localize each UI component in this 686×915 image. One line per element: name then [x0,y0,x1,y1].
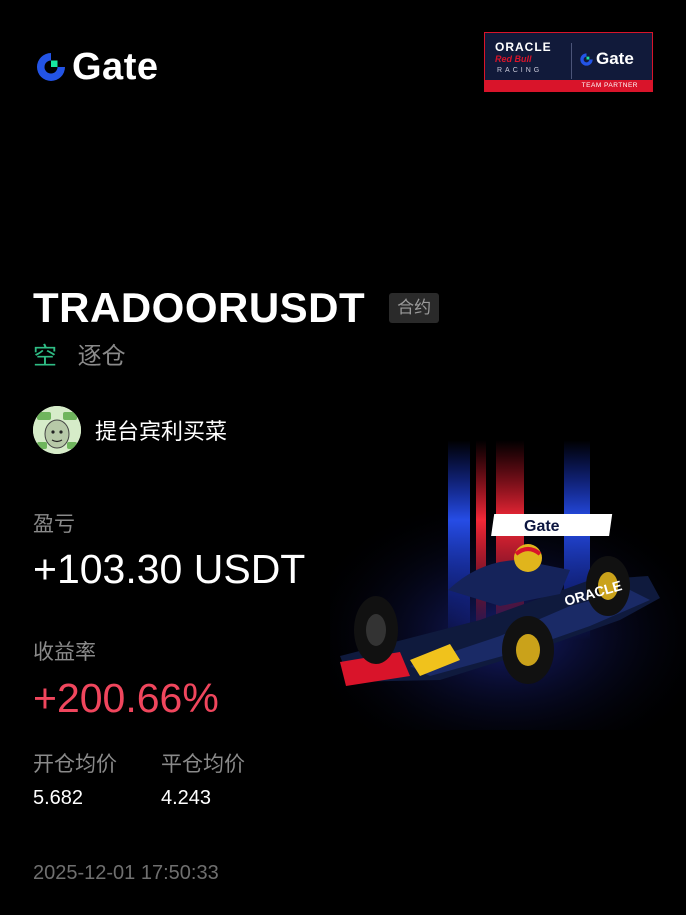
gate-logo: Gate [34,48,158,86]
gate-small-icon [580,52,593,66]
user-info: 提台宾利买菜 [33,406,227,454]
svg-text:Gate: Gate [524,518,560,535]
avatar-image [33,406,81,454]
oracle-logo: ORACLE [495,40,552,54]
partner-gate-text: Gate [596,49,634,68]
pnl-value: +103.30 USDT [33,546,306,592]
close-price-value: 4.243 [161,787,212,809]
pnl-label: 盈亏 [33,513,75,536]
gate-logo-icon [37,53,65,81]
close-price-label: 平仓均价 [161,753,245,776]
trading-pair: TRADOORUSDT [33,284,366,331]
team-partner-badge: ORACLE Red Bull RACING Gate TEAM PARTNER [484,32,653,92]
team-partner-label: TEAM PARTNER [485,80,652,91]
avatar [33,406,81,454]
f1-car-illustration: Gate ORACLE [330,440,686,730]
redbull-logo: Red Bull [495,54,532,64]
partner-gate-logo: Gate [579,49,634,69]
margin-mode: 逐仓 [77,343,126,370]
contract-tag: 合约 [389,293,440,323]
position-header: TRADOORUSDT 合约 [33,284,440,331]
brand-name: Gate [72,46,159,88]
direction-short: 空 [33,343,57,370]
roi-value: +200.66% [33,675,219,721]
badge-divider [571,43,572,79]
roi-label: 收益率 [33,641,96,664]
racing-text: RACING [497,67,543,74]
open-price-value: 5.682 [33,787,84,809]
timestamp: 2025-12-01 17:50:33 [33,862,219,884]
open-price-label: 开仓均价 [33,753,117,776]
position-direction-row: 空 逐仓 [33,342,126,372]
username: 提台宾利买菜 [95,419,228,444]
